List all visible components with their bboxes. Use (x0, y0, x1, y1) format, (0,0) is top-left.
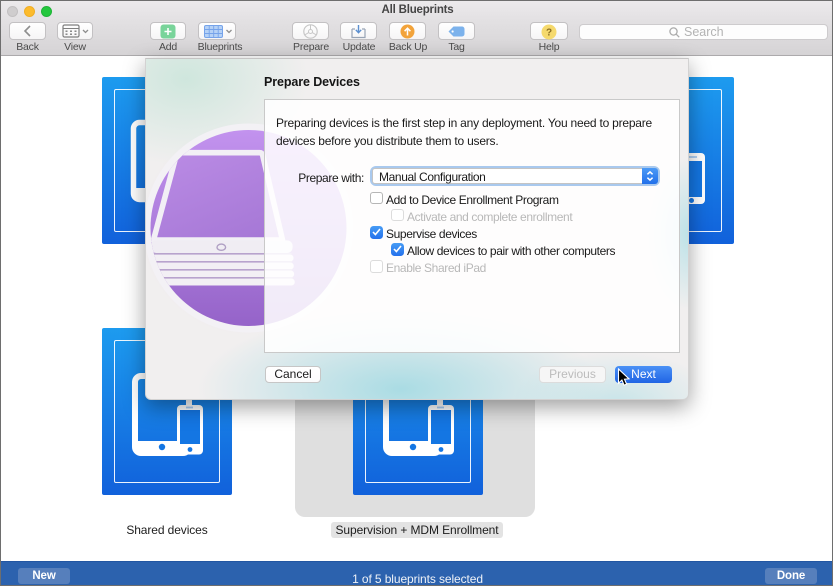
svg-text:?: ? (546, 28, 552, 39)
